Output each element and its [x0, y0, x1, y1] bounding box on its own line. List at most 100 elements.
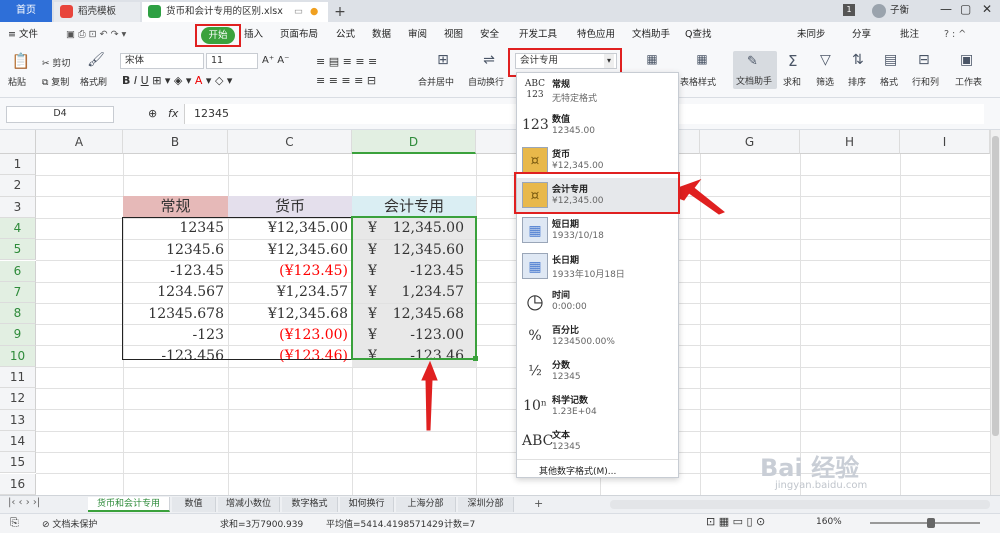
sheet-tab[interactable]: 数值 — [172, 497, 216, 512]
table-style-icon[interactable]: ▦ — [694, 52, 710, 68]
header-general[interactable]: 常规 — [123, 196, 228, 217]
row-header-10[interactable]: 10 — [0, 345, 36, 367]
cell-accounting[interactable]: ¥12,345.68 — [352, 303, 476, 325]
menu-page-layout[interactable]: 页面布局 — [280, 22, 318, 48]
row-header-1[interactable]: 1 — [0, 154, 36, 176]
row-header-12[interactable]: 12 — [0, 388, 36, 410]
sheet-tab[interactable]: 货币和会计专用 — [88, 497, 170, 512]
menu-review[interactable]: 审阅 — [408, 22, 427, 48]
comment-button[interactable]: 批注 — [900, 22, 919, 48]
format-painter-icon[interactable]: 🖌 — [86, 52, 106, 70]
cell-accounting[interactable]: ¥12,345.00 — [352, 218, 476, 240]
tab-file[interactable]: 货币和会计专用的区别.xlsx ▭ ● — [142, 2, 328, 22]
sheet-tab[interactable]: 深圳分部 — [458, 497, 514, 512]
cell-accounting[interactable]: ¥12,345.60 — [352, 239, 476, 261]
format-painter-label[interactable]: 格式刷 — [80, 75, 107, 88]
sum-label[interactable]: 求和 — [783, 75, 801, 88]
conditional-format-icon[interactable]: ▦ — [644, 52, 660, 68]
row-header-2[interactable]: 2 — [0, 175, 36, 197]
doc-assist-button[interactable]: ✎ 文档助手 — [733, 51, 777, 89]
menu-view[interactable]: 视图 — [444, 22, 463, 48]
align-buttons[interactable]: ≡ ▤ ≡ ≡ ≡ — [316, 55, 377, 68]
user-name[interactable]: 子衡 — [890, 3, 909, 19]
zoom-level[interactable]: 160% — [816, 517, 842, 527]
table-style-label[interactable]: 表格样式 — [680, 75, 716, 88]
menu-special[interactable]: 特色应用 — [577, 22, 615, 48]
name-box[interactable]: D4 — [6, 106, 114, 123]
menu-search[interactable]: Q查找 — [685, 22, 711, 48]
row-header-11[interactable]: 11 — [0, 367, 36, 389]
align-buttons-2[interactable]: ≡ ≡ ≡ ≡ ⊟ — [316, 74, 376, 87]
row-header-4[interactable]: 4 — [0, 217, 36, 240]
rows-cols-icon[interactable]: ⊟ — [918, 52, 930, 68]
row-header-16[interactable]: 16 — [0, 473, 36, 495]
tab-templates[interactable]: 稻壳模板 — [54, 2, 140, 22]
menu-file[interactable]: ≡ 文件 — [8, 22, 38, 48]
format-option-short-date[interactable]: ▦ 短日期 1933/10/18 — [517, 213, 678, 248]
cell-general[interactable]: -123 — [123, 325, 228, 346]
quick-access-toolbar[interactable]: ▣ ⎙ ⊡ ↶ ↷ ▾ — [66, 22, 126, 48]
sheet-tab[interactable]: 上海分部 — [396, 497, 456, 512]
cell-general[interactable]: 12345.6 — [123, 240, 228, 261]
menu-doc-assistant[interactable]: 文档助手 — [632, 22, 670, 48]
paste-label[interactable]: 粘贴 — [8, 75, 26, 88]
menu-developer[interactable]: 开发工具 — [519, 22, 557, 48]
format-icon[interactable]: ▤ — [884, 52, 897, 68]
help-icon[interactable]: ? : ^ — [944, 22, 966, 48]
new-tab-button[interactable]: + — [330, 2, 350, 22]
header-currency[interactable]: 货币 — [228, 196, 352, 217]
worksheet-label[interactable]: 工作表 — [955, 75, 982, 88]
cell-currency[interactable]: (¥123.46) — [228, 346, 352, 367]
row-header-3[interactable]: 3 — [0, 196, 36, 218]
header-accounting[interactable]: 会计专用 — [352, 196, 476, 217]
fill-handle[interactable] — [473, 356, 478, 361]
copy-button[interactable]: ⧉ 复制 — [42, 75, 69, 88]
wrap-label[interactable]: 自动换行 — [468, 75, 504, 88]
add-sheet-button[interactable]: + — [534, 497, 543, 510]
column-header-g[interactable]: G — [700, 130, 800, 154]
status-icon[interactable]: ⎘ — [10, 516, 19, 530]
cell-currency[interactable]: ¥12,345.60 — [228, 240, 352, 261]
horizontal-scrollbar[interactable] — [610, 500, 990, 509]
row-header-13[interactable]: 13 — [0, 409, 36, 431]
row-header-7[interactable]: 7 — [0, 281, 36, 304]
wrap-icon[interactable]: ⇌ — [478, 52, 500, 70]
row-header-8[interactable]: 8 — [0, 303, 36, 325]
cell-currency[interactable]: (¥123.45) — [228, 261, 352, 282]
filter-label[interactable]: 筛选 — [816, 75, 834, 88]
rows-cols-label[interactable]: 行和列 — [912, 75, 939, 88]
format-option-fraction[interactable]: ½ 分数 12345 — [517, 354, 678, 389]
zoom-slider-thumb[interactable] — [927, 518, 935, 528]
row-header-6[interactable]: 6 — [0, 260, 36, 282]
sum-icon[interactable]: Σ — [788, 52, 797, 70]
share-button[interactable]: 分享 — [852, 22, 871, 48]
cell-general[interactable]: 12345.678 — [123, 304, 228, 325]
menu-security[interactable]: 安全 — [480, 22, 499, 48]
menu-start[interactable]: 开始 — [201, 27, 235, 44]
maximize-button[interactable]: ▢ — [960, 2, 971, 16]
sheet-tab[interactable]: 如何换行 — [340, 497, 394, 512]
font-style-buttons[interactable]: B I U ⊞ ▾ ◈ ▾ A ▾ ◇ ▾ — [122, 74, 232, 87]
cell-currency[interactable]: ¥1,234.57 — [228, 282, 352, 303]
avatar[interactable] — [872, 4, 886, 18]
row-header-9[interactable]: 9 — [0, 324, 36, 346]
scroll-thumb[interactable] — [992, 136, 999, 436]
format-option-clock[interactable]: ◷ 时间 0:00:00 — [517, 284, 678, 319]
fx-icon[interactable]: fx — [168, 107, 178, 120]
more-number-formats[interactable]: 其他数字格式(M)... — [539, 464, 616, 477]
font-name-select[interactable]: 宋体 — [120, 53, 204, 69]
column-header-a[interactable]: A — [36, 130, 123, 154]
row-header-15[interactable]: 15 — [0, 452, 36, 474]
minimize-button[interactable]: — — [940, 2, 952, 16]
format-option-number-format[interactable]: 123 数值 12345.00 — [517, 108, 678, 143]
cut-button[interactable]: ✂ 剪切 — [42, 56, 70, 69]
merge-icon[interactable]: ⊞ — [432, 52, 454, 70]
cell-accounting[interactable]: ¥1,234.57 — [352, 282, 476, 304]
format-label[interactable]: 格式 — [880, 75, 898, 88]
view-mode-buttons[interactable]: ⊡ ▦ ▭ ▯ ⊙ — [706, 515, 765, 528]
format-option-scientific[interactable]: 10ⁿ 科学记数 1.23E+04 — [517, 389, 678, 424]
column-header-i[interactable]: I — [900, 130, 990, 154]
format-option-text-format[interactable]: ABC 文本 12345 — [517, 424, 678, 459]
column-header-b[interactable]: B — [123, 130, 228, 154]
cell-general[interactable]: 12345 — [123, 218, 228, 239]
